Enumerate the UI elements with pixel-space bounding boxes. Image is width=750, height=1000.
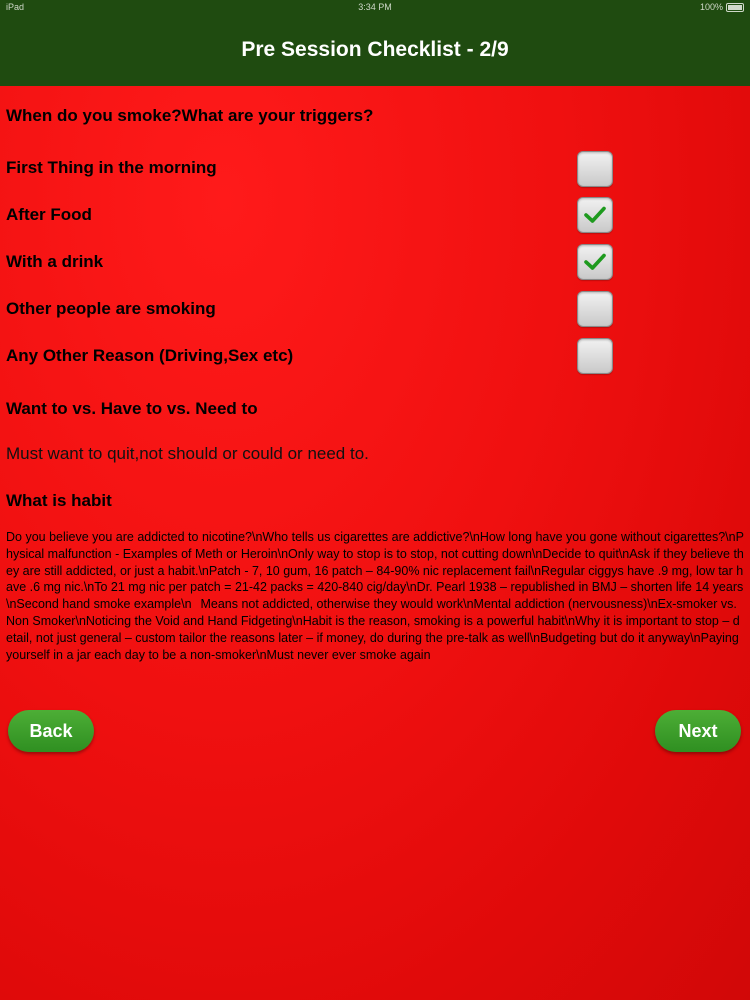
checkbox-after-food[interactable] (577, 197, 613, 233)
checkbox-with-drink[interactable] (577, 244, 613, 280)
habit-section-heading: What is habit (6, 491, 112, 510)
battery-percent: 100% (699, 2, 723, 12)
next-button[interactable]: Next (655, 710, 741, 752)
checkmark-icon (584, 253, 606, 270)
page-title: Pre Session Checklist - 2/9 (241, 38, 509, 61)
trigger-label-morning: First Thing in the morning (6, 158, 217, 177)
trigger-label-after-food: After Food (6, 205, 92, 224)
battery-icon (726, 2, 744, 12)
checkbox-other-reason[interactable] (577, 338, 613, 374)
nav-bar: Pre Session Checklist - 2/9 (0, 14, 750, 86)
trigger-label-other-reason: Any Other Reason (Driving,Sex etc) (6, 346, 294, 365)
clock: 3:34 PM (358, 2, 392, 12)
triggers-heading: When do you smoke?What are your triggers… (6, 106, 374, 125)
want-section-heading: Want to vs. Have to vs. Need to (6, 399, 258, 418)
habit-notes-text: Do you believe you are addicted to nicot… (6, 530, 744, 662)
want-section-text: Must want to quit,not should or could or… (6, 444, 369, 463)
trigger-label-other-people: Other people are smoking (6, 299, 216, 318)
checkmark-icon (584, 206, 606, 223)
trigger-label-with-drink: With a drink (6, 252, 104, 271)
checkbox-morning[interactable] (577, 151, 613, 187)
status-bar: iPad 3:34 PM 100% (0, 0, 750, 14)
battery-status: 100% (700, 0, 744, 14)
checkbox-other-people[interactable] (577, 291, 613, 327)
back-button[interactable]: Back (8, 710, 94, 752)
